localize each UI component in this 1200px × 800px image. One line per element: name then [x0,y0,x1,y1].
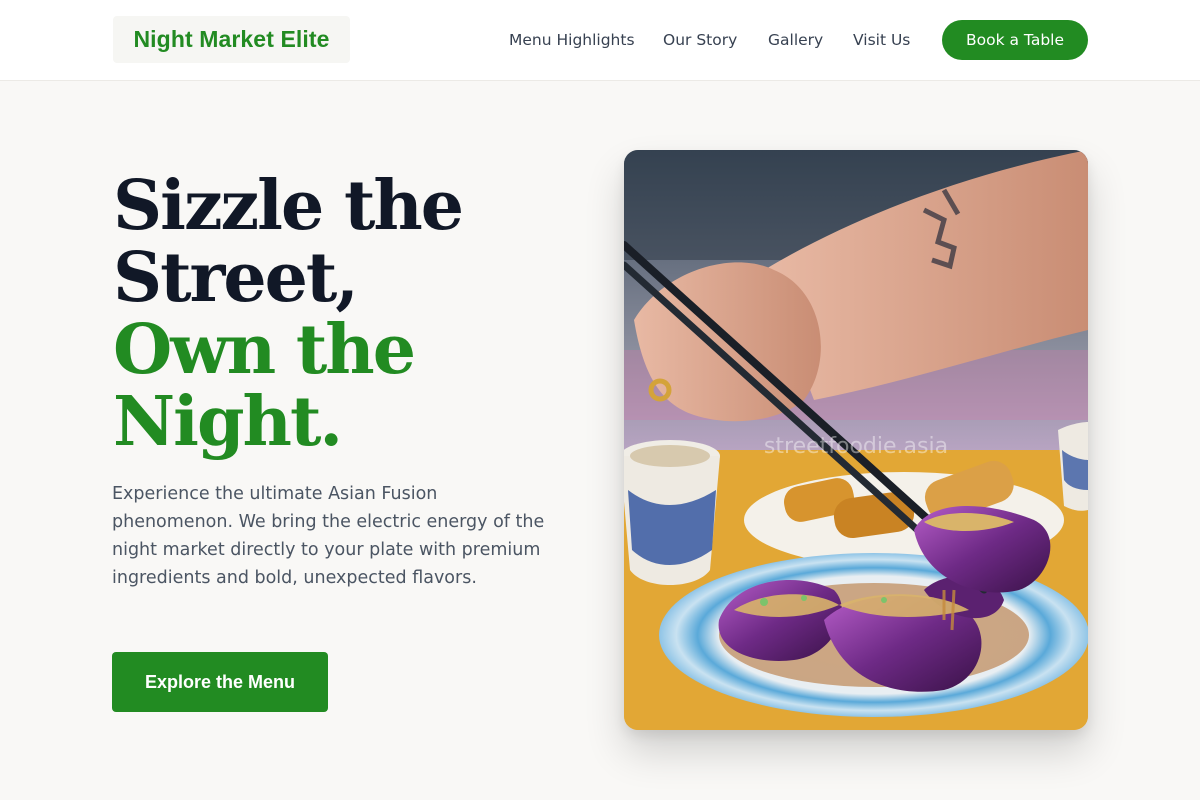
headline-line-3: Own the [113,310,416,390]
teacup-left [624,440,720,585]
headline-line-4: Night. [113,382,343,462]
photo-watermark: streetfoodie.asia [764,434,948,459]
nav-our-story[interactable]: Our Story [663,20,737,60]
headline-line-2: Street, [113,238,359,318]
book-table-button[interactable]: Book a Table [942,20,1088,60]
hero-description: Experience the ultimate Asian Fusion phe… [112,484,545,588]
hero-headline: Sizzle the Street, Own the Night. [113,170,583,458]
site-header: Night Market Elite Menu Highlights Our S… [0,0,1200,81]
food-illustration: streetfoodie.asia [624,150,1088,730]
nav-visit-us[interactable]: Visit Us [853,20,910,60]
brand-logo[interactable]: Night Market Elite [113,16,350,63]
nav-menu-highlights[interactable]: Menu Highlights [509,20,635,60]
headline-line-1: Sizzle the [113,166,464,246]
nav-gallery[interactable]: Gallery [768,20,823,60]
hero-food-photo: streetfoodie.asia [624,150,1088,730]
explore-menu-button[interactable]: Explore the Menu [112,652,328,712]
